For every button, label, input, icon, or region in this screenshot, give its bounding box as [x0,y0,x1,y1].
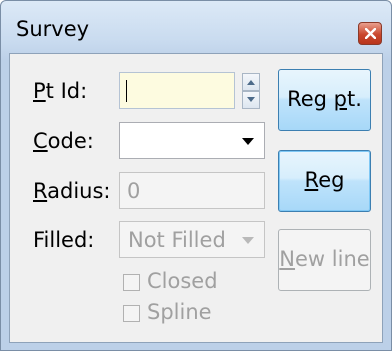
spline-checkbox[interactable] [123,305,140,322]
survey-panel: Pt Id: Code: Radius: 0 Filled: Not Fille… [9,53,383,343]
close-icon [365,28,376,39]
code-combobox[interactable] [119,122,265,159]
chevron-down-icon [242,138,254,145]
reg-label-mnemonic: R [304,168,319,192]
window-title: Survey [16,17,90,41]
reg-button[interactable]: Reg [278,150,371,212]
close-button[interactable] [358,22,382,45]
pt-id-spin-down[interactable] [242,91,260,109]
new-line-label-mnemonic: N [279,247,296,271]
reg-label-rest: eg [318,168,345,192]
pt-id-input[interactable] [119,72,235,109]
arrow-down-icon [247,97,255,102]
filled-label: Filled: [33,228,95,252]
chevron-down-icon [242,237,254,244]
title-bar[interactable]: Survey [1,1,391,53]
arrow-up-icon [247,80,255,85]
radius-value: 0 [127,179,141,203]
radius-input[interactable]: 0 [119,172,265,209]
radius-label: Radius: [33,179,111,203]
spline-label: Spline [147,300,212,324]
pt-id-spin-up[interactable] [242,73,260,91]
text-cursor [126,80,127,102]
code-label: Code: [33,129,94,153]
reg-pt-button[interactable]: Reg pt. [278,69,371,131]
new-line-label-rest: ew line [295,247,370,271]
filled-combobox[interactable]: Not Filled [119,221,265,258]
reg-pt-label-post: t. [347,87,362,111]
new-line-button[interactable]: New line [278,229,371,291]
reg-pt-label-pre: Reg [287,87,334,111]
filled-value: Not Filled [128,228,226,252]
closed-checkbox[interactable] [123,274,140,291]
survey-window: Survey Pt Id: Code: Radius: 0 Filled: No… [0,0,392,351]
pt-id-label: Pt Id: [33,79,88,103]
closed-label: Closed [147,269,218,293]
reg-pt-label-mnemonic: p [333,87,347,111]
